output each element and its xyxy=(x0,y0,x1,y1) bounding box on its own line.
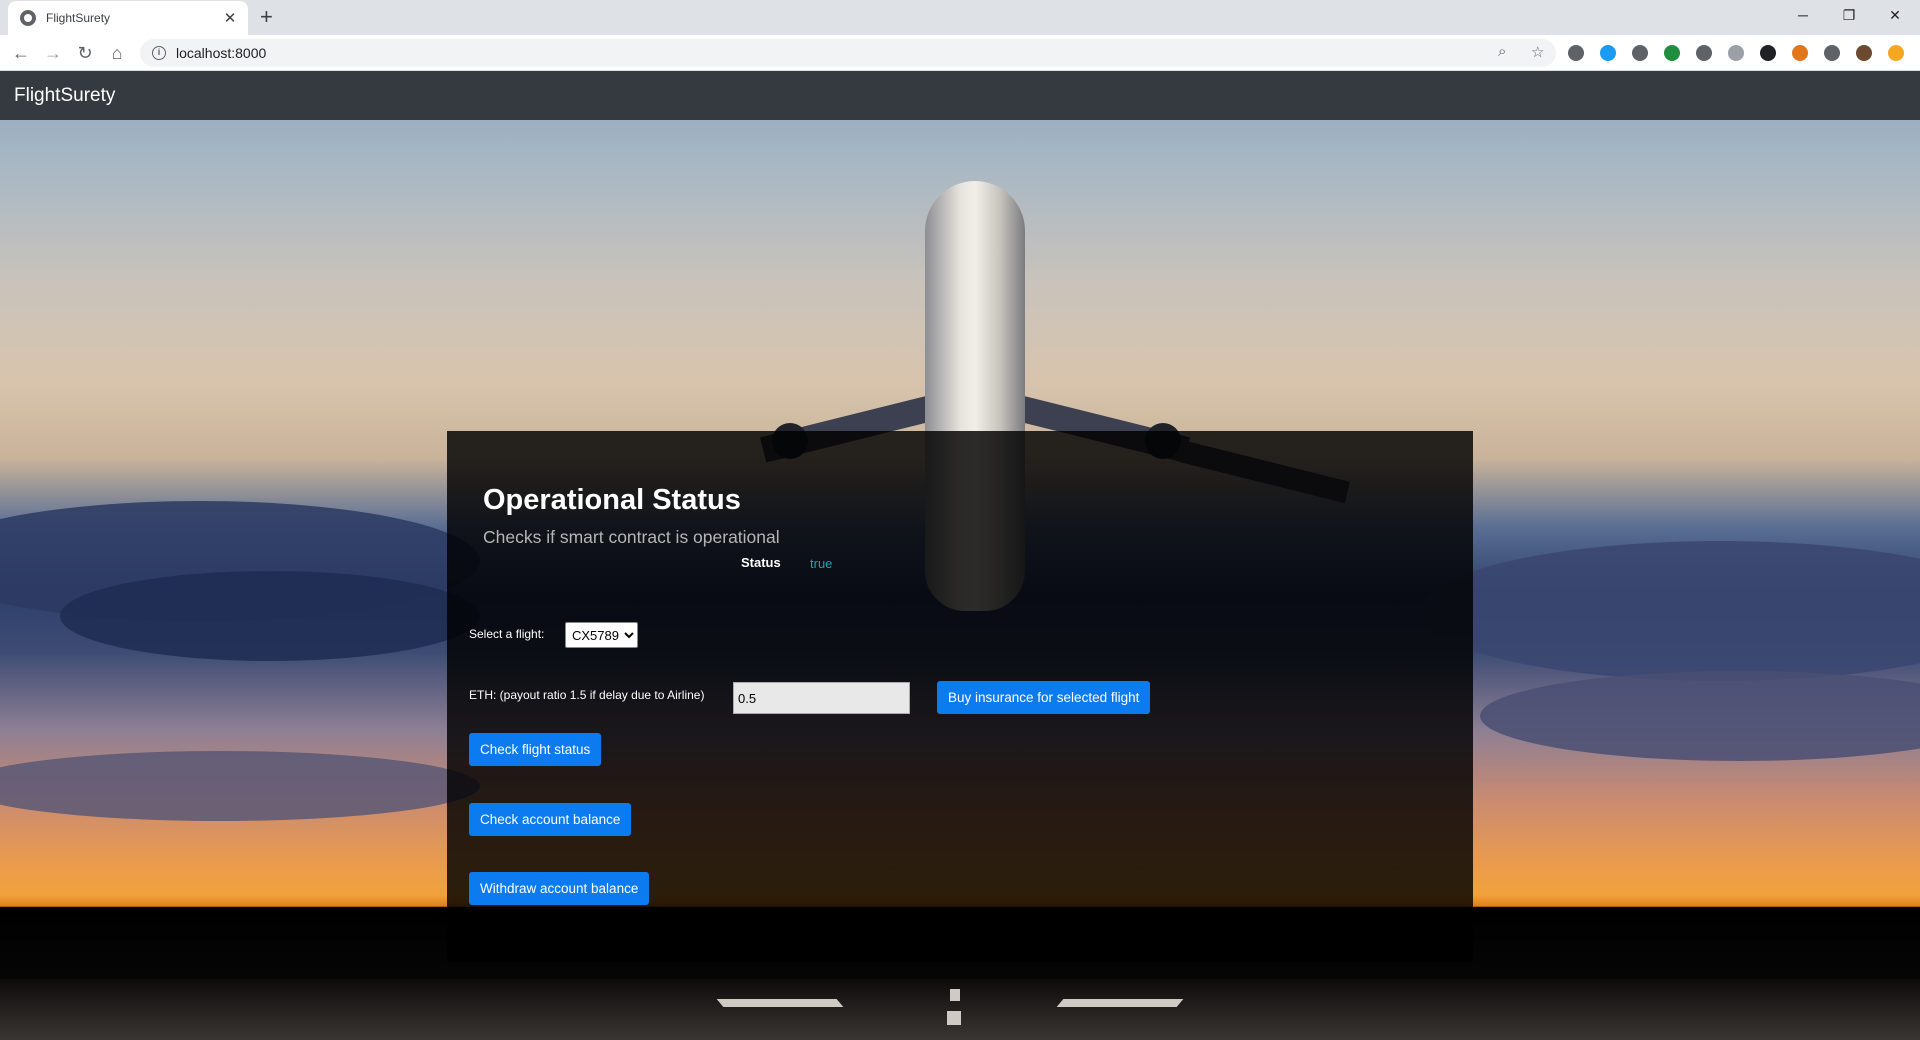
browser-extension-icon[interactable] xyxy=(1824,45,1840,61)
zoom-icon[interactable]: ⌕ xyxy=(1498,43,1506,60)
browser-extension-icon[interactable] xyxy=(1568,45,1584,61)
browser-extension-icon[interactable] xyxy=(1792,45,1808,61)
check-flight-status-button[interactable]: Check flight status xyxy=(469,733,602,766)
reload-icon[interactable]: ↻ xyxy=(71,39,99,67)
operational-panel: Operational Status Checks if smart contr… xyxy=(447,431,1473,962)
page-viewport: FlightSurety Operational Status Checks i… xyxy=(0,71,1920,1040)
browser-extension-icon[interactable] xyxy=(1856,45,1872,61)
withdraw-account-balance-button[interactable]: Withdraw account balance xyxy=(469,872,650,905)
app-navbar: FlightSurety xyxy=(0,71,1920,120)
status-label: Status xyxy=(741,555,781,570)
bookmark-star-icon[interactable]: ☆ xyxy=(1531,43,1544,61)
site-info-icon[interactable]: i xyxy=(152,46,166,60)
app-brand[interactable]: FlightSurety xyxy=(14,85,115,107)
page-title: Operational Status xyxy=(483,484,741,516)
browser-tab-strip: FlightSurety ✕ + ─ ❐ ✕ xyxy=(0,0,1920,35)
eth-amount-input[interactable] xyxy=(733,682,910,714)
check-account-balance-button[interactable]: Check account balance xyxy=(469,803,632,836)
tab-title: FlightSurety xyxy=(46,11,111,25)
browser-toolbar: ← → ↻ ⌂ i localhost:8000 ⌕ ☆ xyxy=(0,35,1920,71)
globe-icon xyxy=(20,10,36,26)
home-icon[interactable]: ⌂ xyxy=(103,39,131,67)
browser-extension-icon[interactable] xyxy=(1888,45,1904,61)
browser-extension-icon[interactable] xyxy=(1632,45,1648,61)
minimize-button[interactable]: ─ xyxy=(1780,0,1826,30)
flight-select-label: Select a flight: xyxy=(469,627,545,641)
browser-tab[interactable]: FlightSurety ✕ xyxy=(8,1,248,35)
flight-select[interactable]: CX5789 xyxy=(565,622,638,648)
runway-image xyxy=(0,979,1920,1040)
page-subtitle: Checks if smart contract is operational xyxy=(483,527,780,547)
browser-extension-icon[interactable] xyxy=(1728,45,1744,61)
url-text: localhost:8000 xyxy=(176,45,267,61)
address-bar[interactable]: i localhost:8000 ⌕ ☆ xyxy=(140,39,1556,67)
browser-extension-icon[interactable] xyxy=(1696,45,1712,61)
back-icon[interactable]: ← xyxy=(7,39,35,67)
eth-amount-label: ETH: (payout ratio 1.5 if delay due to A… xyxy=(469,688,705,702)
window-close-button[interactable]: ✕ xyxy=(1872,0,1918,30)
browser-extension-icon[interactable] xyxy=(1600,45,1616,61)
restore-button[interactable]: ❐ xyxy=(1826,0,1872,30)
buy-insurance-button[interactable]: Buy insurance for selected flight xyxy=(937,681,1151,714)
status-value: true xyxy=(810,556,833,571)
forward-icon[interactable]: → xyxy=(39,39,67,67)
browser-extension-icon[interactable] xyxy=(1664,45,1680,61)
new-tab-button[interactable]: + xyxy=(260,5,273,29)
browser-extension-icon[interactable] xyxy=(1760,45,1776,61)
close-tab-icon[interactable]: ✕ xyxy=(222,9,238,27)
